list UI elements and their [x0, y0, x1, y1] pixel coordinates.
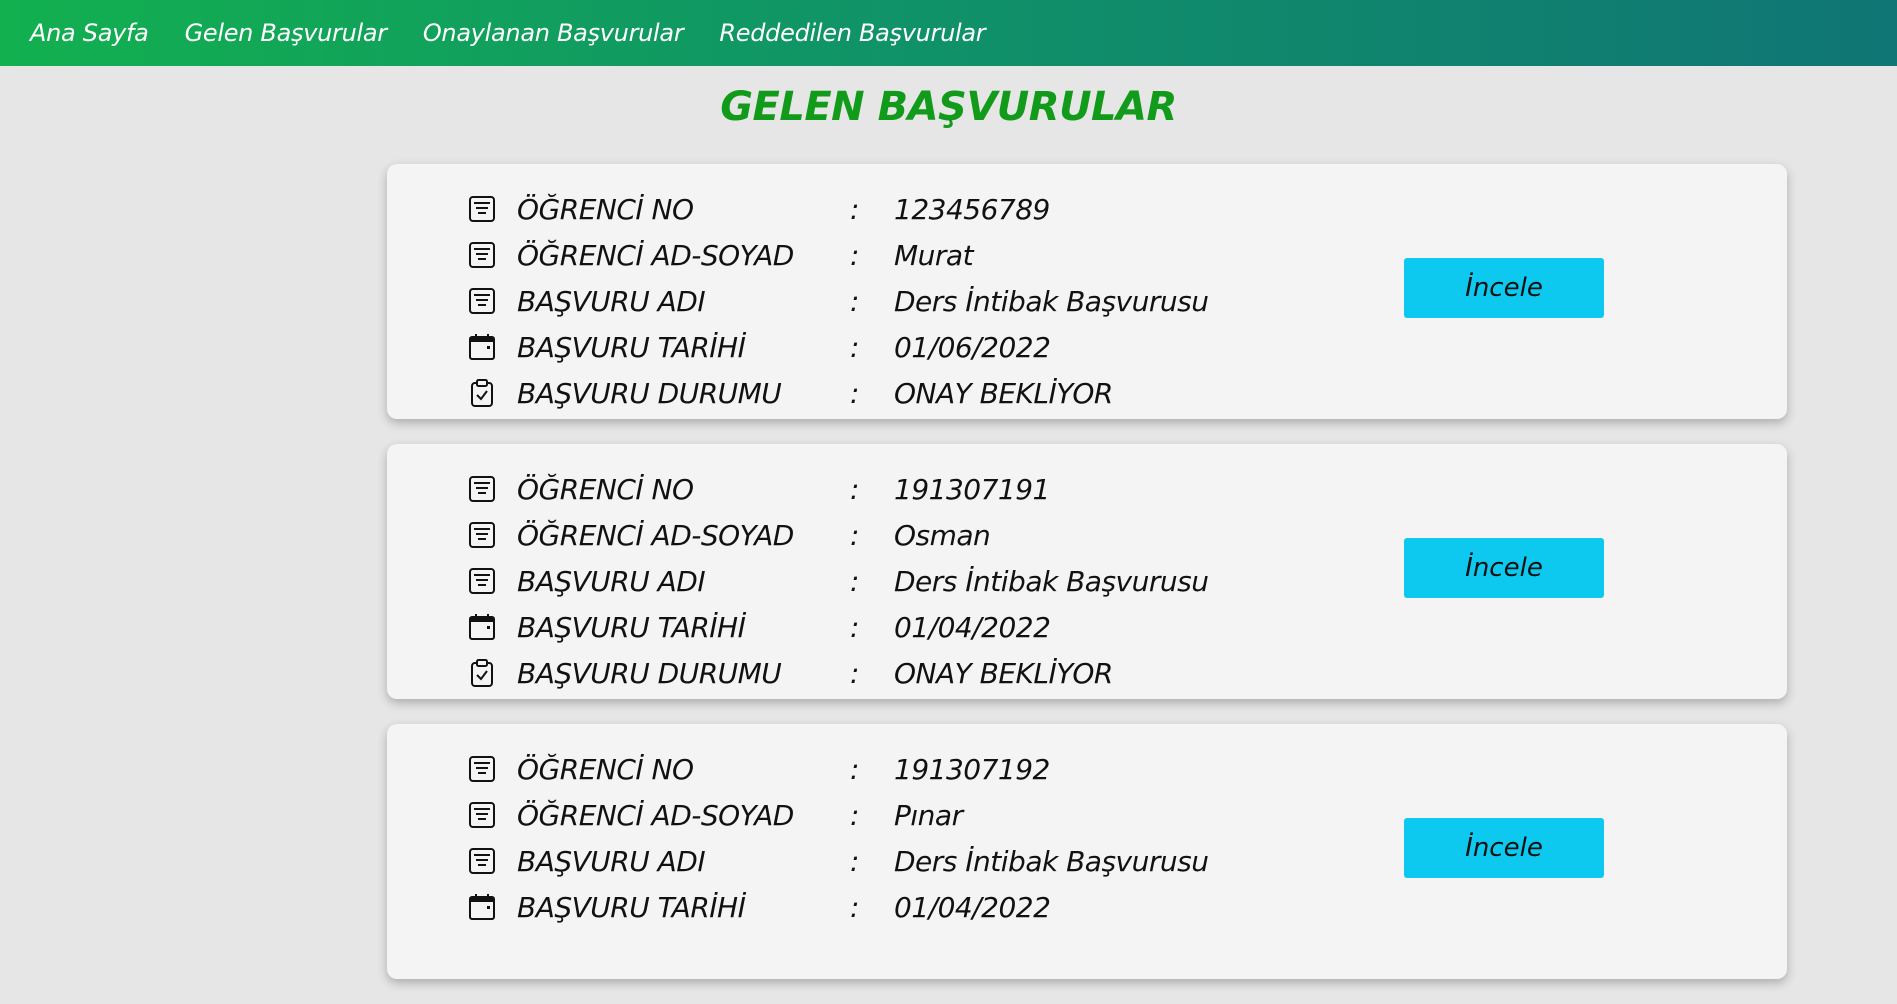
field-row-student-name: ÖĞRENCİ AD-SOYAD : Pınar [467, 792, 1208, 838]
calendar-icon [467, 611, 497, 643]
nav-link-incoming-applications[interactable]: Gelen Başvurular [185, 19, 388, 47]
nav-link-home[interactable]: Ana Sayfa [30, 19, 149, 47]
list-document-icon [467, 473, 497, 505]
student-no-value: 123456789 [894, 192, 1050, 226]
field-row-student-no: ÖĞRENCİ NO : 123456789 [467, 186, 1208, 232]
calendar-icon [467, 891, 497, 923]
list-document-icon [467, 799, 497, 831]
field-row-application-name: BAŞVURU ADI : Ders İntibak Başvurusu [467, 838, 1209, 884]
field-separator: : [850, 238, 860, 272]
application-date-value: 01/04/2022 [894, 890, 1051, 924]
list-document-icon [467, 519, 497, 551]
field-separator: : [850, 376, 860, 410]
field-label: BAŞVURU TARİHİ [517, 890, 746, 924]
field-row-student-name: ÖĞRENCİ AD-SOYAD : Murat [467, 232, 1208, 278]
field-row-application-name: BAŞVURU ADI : Ders İntibak Başvurusu [467, 278, 1209, 324]
clipboard-check-icon [467, 377, 497, 409]
field-label: BAŞVURU DURUMU [517, 656, 782, 690]
application-card-list: ÖĞRENCİ NO : 123456789 ÖĞRENCİ AD-SOYAD … [387, 164, 1787, 1004]
field-label: ÖĞRENCİ NO [517, 752, 694, 786]
field-label: BAŞVURU ADI [517, 844, 706, 878]
top-navigation-bar: Ana Sayfa Gelen Başvurular Onaylanan Baş… [0, 0, 1897, 66]
nav-link-approved-applications[interactable]: Onaylanan Başvurular [423, 19, 684, 47]
application-fields: ÖĞRENCİ NO : 123456789 ÖĞRENCİ AD-SOYAD … [467, 186, 1209, 416]
application-status-value: ONAY BEKLİYOR [894, 376, 1113, 410]
field-label: ÖĞRENCİ AD-SOYAD [517, 518, 794, 552]
field-separator: : [850, 798, 860, 832]
field-separator: : [850, 890, 860, 924]
field-row-application-name: BAŞVURU ADI : Ders İntibak Başvurusu [467, 558, 1209, 604]
application-status-value: ONAY BEKLİYOR [894, 656, 1113, 690]
field-label: BAŞVURU ADI [517, 284, 706, 318]
application-card: ÖĞRENCİ NO : 123456789 ÖĞRENCİ AD-SOYAD … [387, 164, 1787, 419]
field-separator: : [850, 752, 860, 786]
field-separator: : [850, 518, 860, 552]
application-fields: ÖĞRENCİ NO : 191307192 ÖĞRENCİ AD-SOYAD … [467, 746, 1209, 930]
list-document-icon [467, 285, 497, 317]
application-date-value: 01/06/2022 [894, 330, 1051, 364]
field-label: BAŞVURU ADI [517, 564, 706, 598]
nav-link-rejected-applications[interactable]: Reddedilen Başvurular [719, 19, 985, 47]
field-separator: : [850, 284, 860, 318]
field-separator: : [850, 472, 860, 506]
application-card: ÖĞRENCİ NO : 191307191 ÖĞRENCİ AD-SOYAD … [387, 444, 1787, 699]
field-label: BAŞVURU TARİHİ [517, 610, 746, 644]
student-name-value: Murat [894, 238, 974, 272]
field-label: ÖĞRENCİ AD-SOYAD [517, 238, 794, 272]
student-no-value: 191307192 [894, 752, 1050, 786]
list-document-icon [467, 565, 497, 597]
field-row-student-no: ÖĞRENCİ NO : 191307191 [467, 466, 1208, 512]
field-row-student-name: ÖĞRENCİ AD-SOYAD : Osman [467, 512, 1208, 558]
field-row-student-no: ÖĞRENCİ NO : 191307192 [467, 746, 1208, 792]
application-card: ÖĞRENCİ NO : 191307192 ÖĞRENCİ AD-SOYAD … [387, 724, 1787, 979]
list-document-icon [467, 845, 497, 877]
student-no-value: 191307191 [894, 472, 1050, 506]
application-date-value: 01/04/2022 [894, 610, 1051, 644]
list-document-icon [467, 193, 497, 225]
application-name-value: Ders İntibak Başvurusu [894, 564, 1209, 598]
student-name-value: Osman [894, 518, 991, 552]
list-document-icon [467, 753, 497, 785]
field-label: BAŞVURU DURUMU [517, 376, 782, 410]
calendar-icon [467, 331, 497, 363]
student-name-value: Pınar [894, 798, 963, 832]
field-separator: : [850, 192, 860, 226]
field-label: BAŞVURU TARİHİ [517, 330, 746, 364]
field-separator: : [850, 564, 860, 598]
field-row-application-date: BAŞVURU TARİHİ : 01/04/2022 [467, 604, 1208, 650]
field-label: ÖĞRENCİ NO [517, 192, 694, 226]
page-title-text: GELEN BAŞVURULAR [720, 84, 1177, 130]
field-label: ÖĞRENCİ AD-SOYAD [517, 798, 794, 832]
field-row-application-date: BAŞVURU TARİHİ : 01/04/2022 [467, 884, 1208, 930]
application-name-value: Ders İntibak Başvurusu [894, 284, 1209, 318]
application-name-value: Ders İntibak Başvurusu [894, 844, 1209, 878]
field-separator: : [850, 656, 860, 690]
page-title: GELEN BAŞVURULAR [0, 84, 1897, 130]
field-label: ÖĞRENCİ NO [517, 472, 694, 506]
field-row-application-status: BAŞVURU DURUMU : ONAY BEKLİYOR [467, 650, 1208, 696]
review-button[interactable]: İncele [1404, 818, 1604, 878]
field-separator: : [850, 330, 860, 364]
field-separator: : [850, 610, 860, 644]
review-button[interactable]: İncele [1404, 258, 1604, 318]
review-button[interactable]: İncele [1404, 538, 1604, 598]
field-row-application-date: BAŞVURU TARİHİ : 01/06/2022 [467, 324, 1208, 370]
clipboard-check-icon [467, 657, 497, 689]
field-separator: : [850, 844, 860, 878]
list-document-icon [467, 239, 497, 271]
field-row-application-status: BAŞVURU DURUMU : ONAY BEKLİYOR [467, 370, 1208, 416]
application-fields: ÖĞRENCİ NO : 191307191 ÖĞRENCİ AD-SOYAD … [467, 466, 1209, 696]
